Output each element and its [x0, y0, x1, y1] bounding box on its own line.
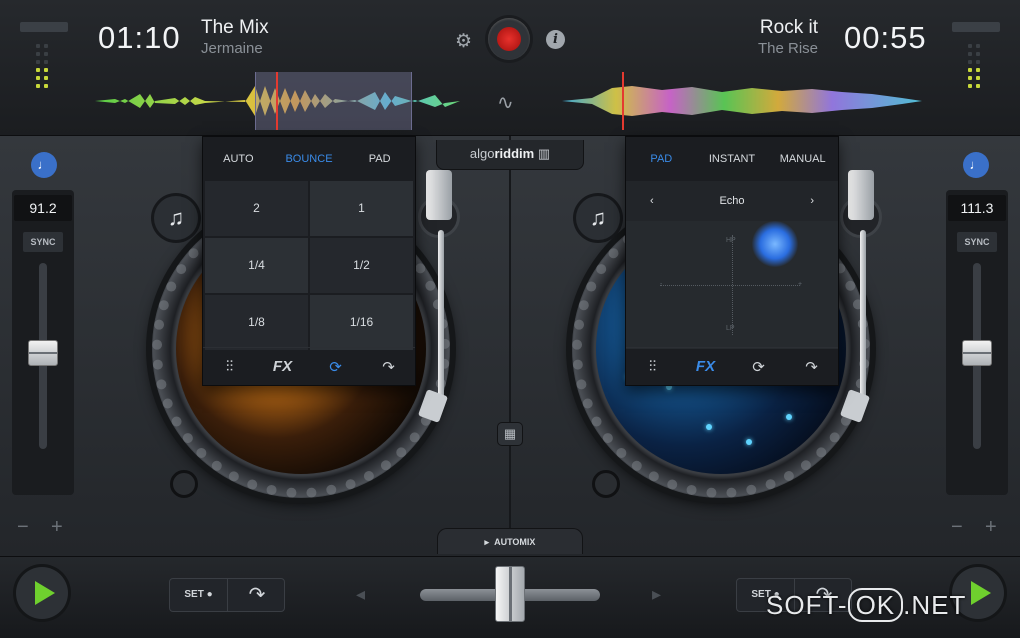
- loop-length-1-4[interactable]: 1/4: [205, 238, 308, 293]
- left-cue-set-control: SET ● ↷: [169, 578, 285, 612]
- crossfader-right-arrow-icon[interactable]: ▸: [652, 584, 661, 605]
- loop-length-2[interactable]: 2: [205, 181, 308, 236]
- left-bpm-lock-icon[interactable]: ♩: [31, 152, 57, 178]
- effect-name: Echo: [719, 195, 745, 207]
- right-tonearm: [839, 170, 900, 430]
- logo-prefix: algo: [469, 146, 495, 161]
- fx-tab-instant[interactable]: INSTANT: [697, 153, 768, 165]
- left-cue-jump-icon[interactable]: ↷: [228, 579, 286, 611]
- effect-selector: ‹ Echo ›: [626, 181, 838, 221]
- right-level-meter: [952, 22, 1000, 122]
- watermark-suffix: .NET: [903, 590, 967, 620]
- left-playhead: [276, 72, 278, 130]
- left-loop-tabs: AUTO BOUNCE PAD: [203, 137, 415, 181]
- jump-icon[interactable]: ↷: [785, 358, 838, 376]
- right-bpm-display: 111.3: [948, 195, 1006, 221]
- right-music-library-icon[interactable]: ♫: [576, 196, 620, 240]
- left-waveform-selection[interactable]: [255, 72, 412, 130]
- left-track-title: The Mix: [201, 17, 269, 38]
- chevron-right-icon[interactable]: ›: [810, 195, 814, 207]
- chevron-left-icon[interactable]: ‹: [650, 195, 654, 207]
- jump-icon[interactable]: ↷: [362, 358, 415, 376]
- fx-xy-pad[interactable]: HP LP - +: [626, 221, 838, 349]
- right-fx-panel: PAD INSTANT MANUAL ‹ Echo › HP LP - + ⫶⫶…: [625, 136, 839, 386]
- loop-tab-pad[interactable]: PAD: [344, 153, 415, 165]
- crossfader-knob[interactable]: [495, 566, 525, 622]
- record-button[interactable]: [488, 18, 530, 60]
- pad-label-lp: LP: [726, 325, 735, 332]
- left-minus-button[interactable]: −: [17, 516, 29, 539]
- record-icon: [497, 27, 521, 51]
- left-level-meter: [20, 22, 68, 122]
- automix-button[interactable]: ▸ AUTOMIX: [437, 528, 583, 554]
- center-divider: [509, 136, 511, 546]
- pad-label-minus: -: [660, 281, 663, 288]
- left-bpm-display: 91.2: [14, 195, 72, 221]
- pad-label-plus: +: [798, 281, 803, 288]
- right-deck-time: 00:55: [844, 20, 927, 55]
- right-tool-bar: ⫶⫶ FX ⟳ ↷: [626, 347, 838, 385]
- right-track-title: Rock it: [759, 17, 818, 38]
- right-pitch-knob[interactable]: [962, 339, 992, 366]
- loop-length-1-16[interactable]: 1/16: [310, 295, 413, 350]
- left-sync-button[interactable]: SYNC: [23, 232, 63, 252]
- logo-brand: riddim: [494, 146, 535, 161]
- right-sync-button[interactable]: SYNC: [957, 232, 997, 252]
- logo-bars-icon: ▥: [537, 146, 551, 161]
- pad-label-hp: HP: [726, 237, 736, 244]
- mixer-icon[interactable]: ⫶⫶: [203, 358, 256, 375]
- left-track-artist: Jermaine: [201, 40, 263, 57]
- dj-app: 01:10 The Mix Jermaine 00:55 Rock it The…: [0, 0, 1020, 638]
- info-icon[interactable]: i: [546, 30, 565, 49]
- right-plus-button[interactable]: +: [985, 516, 997, 539]
- right-fx-tabs: PAD INSTANT MANUAL: [626, 137, 838, 181]
- fx-button[interactable]: FX: [256, 358, 309, 375]
- left-set-cue-button[interactable]: SET ●: [170, 579, 228, 611]
- loop-length-grid: 2 1 1/4 1/2 1/8 1/16: [203, 181, 415, 350]
- automix-label: AUTOMIX: [494, 537, 536, 547]
- fx-pad-touch-point[interactable]: [752, 221, 798, 267]
- right-waveform[interactable]: [562, 72, 922, 130]
- left-plus-button[interactable]: +: [51, 516, 63, 539]
- grid-menu-icon[interactable]: ▦: [497, 422, 523, 446]
- mixer-icon[interactable]: ⫶⫶: [626, 358, 679, 375]
- left-music-library-icon[interactable]: ♫: [154, 196, 198, 240]
- right-playhead: [622, 72, 624, 130]
- loop-tab-bounce[interactable]: BOUNCE: [274, 153, 345, 165]
- loop-length-1[interactable]: 1: [310, 181, 413, 236]
- fx-tab-manual[interactable]: MANUAL: [767, 153, 838, 165]
- left-loop-panel: AUTO BOUNCE PAD 2 1 1/4 1/2 1/8 1/16 ⫶⫶ …: [202, 136, 416, 386]
- right-cue-button[interactable]: [592, 470, 620, 498]
- watermark: SOFT- OK .NET: [766, 588, 967, 622]
- right-minus-button[interactable]: −: [951, 516, 963, 539]
- watermark-boxed: OK: [847, 588, 904, 622]
- left-play-button[interactable]: [16, 567, 68, 619]
- loop-length-1-8[interactable]: 1/8: [205, 295, 308, 350]
- left-set-label: SET: [184, 589, 204, 600]
- loop-icon[interactable]: ⟳: [309, 358, 362, 376]
- watermark-prefix: SOFT-: [766, 590, 848, 620]
- app-logo: algoriddim ▥: [436, 140, 584, 170]
- waveform-icon[interactable]: ∿: [497, 90, 514, 115]
- automix-play-icon: ▸: [484, 537, 490, 547]
- crossfader-left-arrow-icon[interactable]: ◂: [356, 584, 365, 605]
- loop-length-1-2[interactable]: 1/2: [310, 238, 413, 293]
- left-deck-time: 01:10: [98, 20, 181, 55]
- right-bpm-lock-icon[interactable]: ♩: [963, 152, 989, 178]
- settings-gear-icon[interactable]: ⚙: [455, 30, 472, 53]
- loop-tab-auto[interactable]: AUTO: [203, 153, 274, 165]
- fx-tab-pad[interactable]: PAD: [626, 153, 697, 165]
- fx-button[interactable]: FX: [679, 358, 732, 375]
- left-cue-button[interactable]: [170, 470, 198, 498]
- left-tonearm: [417, 170, 478, 430]
- loop-icon[interactable]: ⟳: [732, 358, 785, 376]
- left-pitch-knob[interactable]: [28, 339, 58, 366]
- left-tool-bar: ⫶⫶ FX ⟳ ↷: [203, 347, 415, 385]
- right-track-artist: The Rise: [757, 40, 818, 57]
